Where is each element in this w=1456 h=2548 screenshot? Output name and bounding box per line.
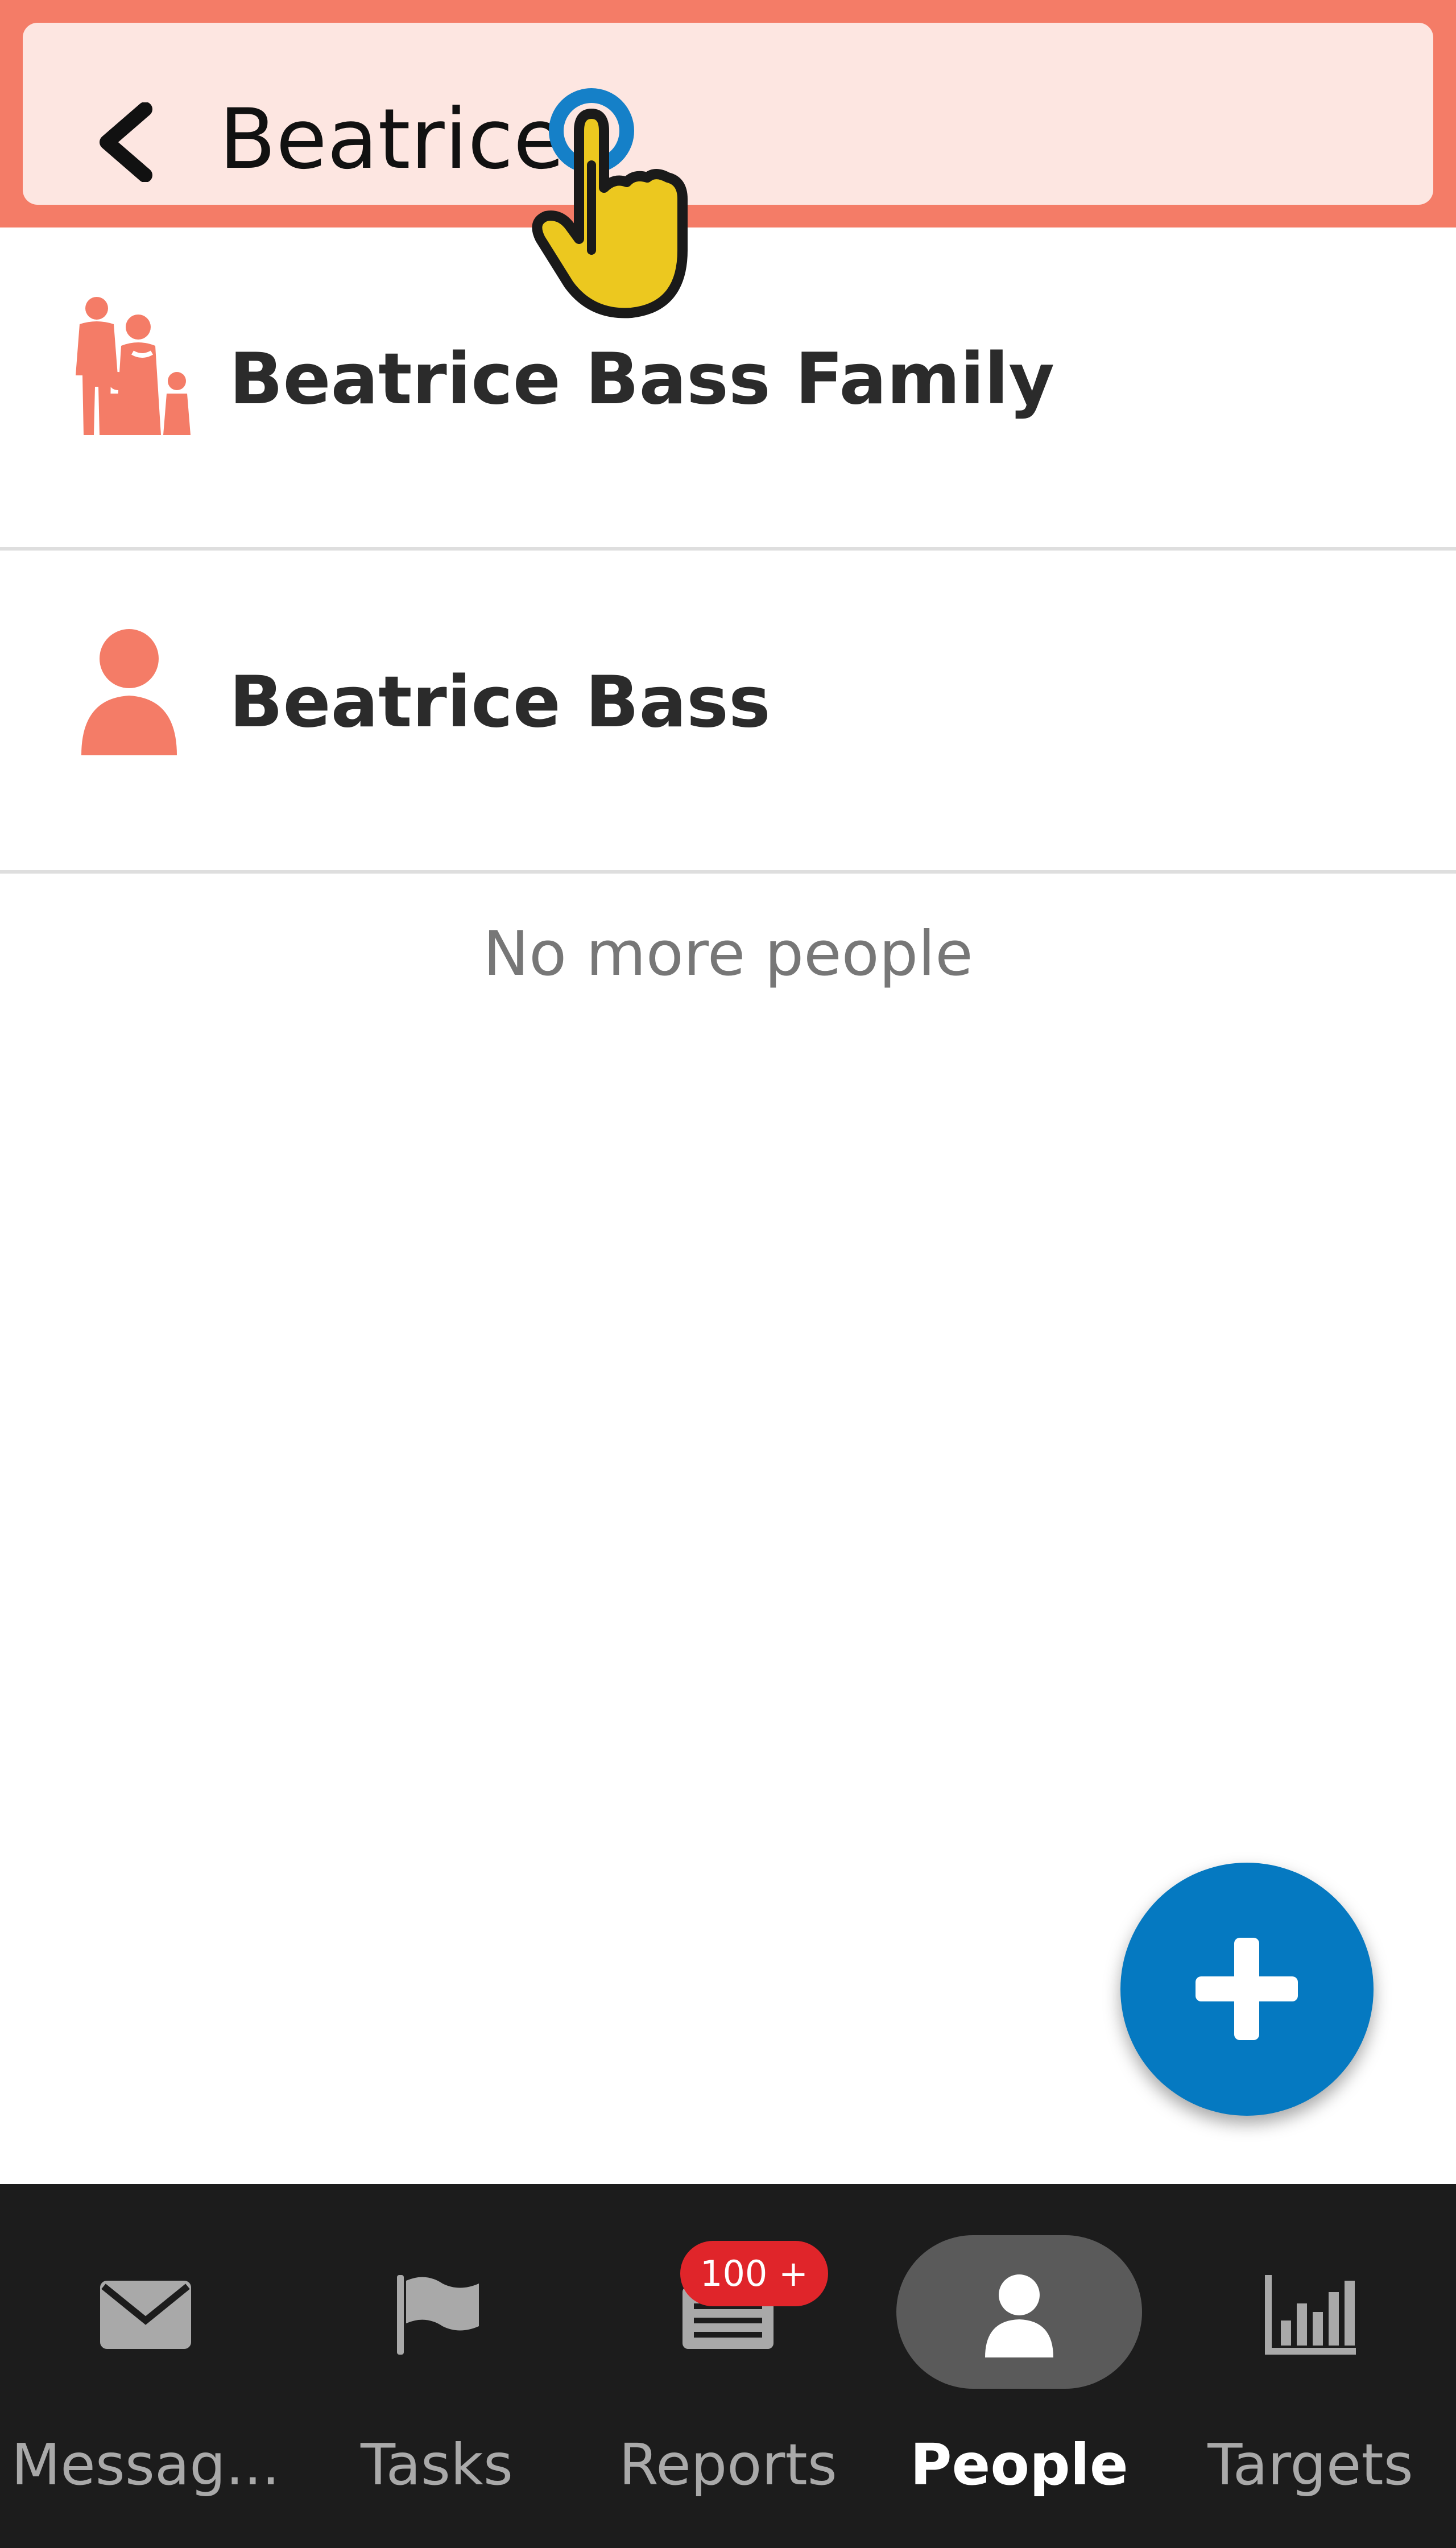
- nav-item-people[interactable]: People: [874, 2184, 1165, 2548]
- nav-item-messages[interactable]: Messag...: [0, 2184, 291, 2548]
- notification-badge: 100 +: [680, 2241, 828, 2306]
- nav-label: Reports: [619, 2431, 837, 2498]
- chevron-left-icon[interactable]: [91, 102, 159, 182]
- nav-label: Tasks: [361, 2431, 513, 2498]
- list-end-text: No more people: [483, 919, 973, 990]
- tap-cursor-icon: [532, 88, 688, 318]
- family-icon: [76, 297, 191, 435]
- app-header: [0, 0, 1456, 228]
- envelope-icon: [100, 2281, 191, 2349]
- contact-name: Beatrice Bass: [229, 661, 771, 743]
- contact-name: Beatrice Bass Family: [229, 338, 1055, 420]
- people-list: Beatrice Bass Family Beatrice Bass: [0, 228, 1456, 874]
- search-bar[interactable]: [23, 23, 1433, 205]
- nav-label: People: [910, 2431, 1128, 2498]
- bottom-nav: Messag... Tasks 100 + Reports People Tar…: [0, 2184, 1456, 2548]
- list-item-family[interactable]: Beatrice Bass Family: [0, 228, 1456, 551]
- nav-label: Messag...: [11, 2431, 280, 2498]
- person-icon: [81, 629, 177, 755]
- nav-item-tasks[interactable]: Tasks: [291, 2184, 582, 2548]
- plus-icon: [1196, 1938, 1298, 2040]
- list-item-person[interactable]: Beatrice Bass: [0, 551, 1456, 874]
- nav-item-targets[interactable]: Targets: [1165, 2184, 1456, 2548]
- person-icon: [985, 2274, 1053, 2357]
- nav-item-reports[interactable]: 100 + Reports: [582, 2184, 874, 2548]
- add-button[interactable]: [1120, 1863, 1374, 2116]
- bar-chart-icon: [1265, 2275, 1356, 2355]
- nav-label: Targets: [1207, 2431, 1413, 2498]
- flag-icon: [397, 2275, 479, 2355]
- search-input[interactable]: [219, 80, 1243, 199]
